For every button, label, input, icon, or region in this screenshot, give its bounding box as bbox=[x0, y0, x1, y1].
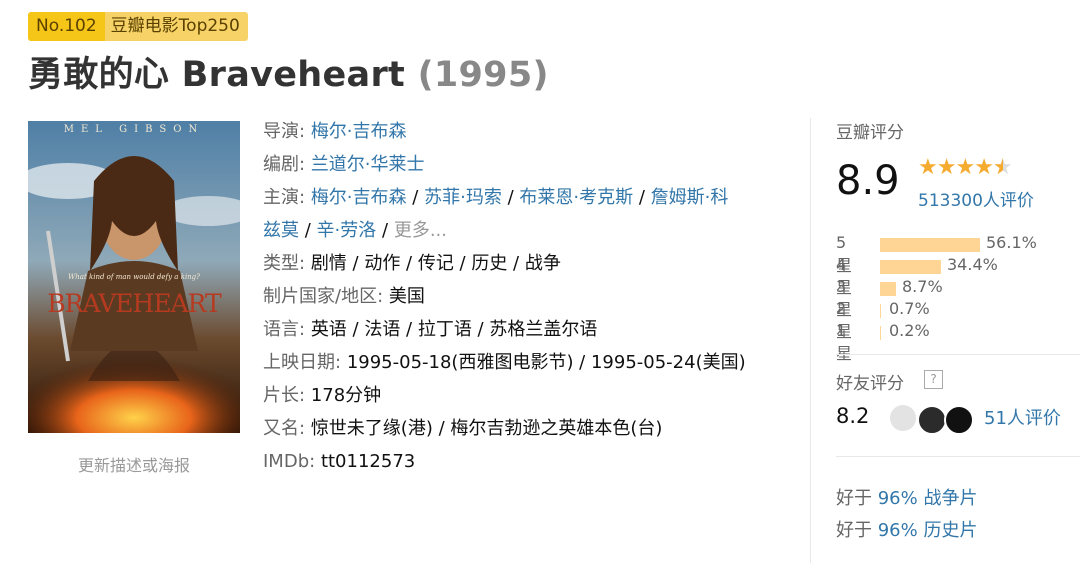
release-label: 上映日期: bbox=[263, 352, 342, 373]
page-title: 勇敢的心 Braveheart (1995) bbox=[28, 46, 549, 97]
avatar[interactable] bbox=[944, 405, 974, 435]
distribution-bar bbox=[880, 238, 980, 252]
distribution-bar bbox=[880, 282, 896, 296]
cast-link[interactable]: 苏菲·玛索 bbox=[424, 187, 502, 208]
movie-name: 勇敢的心 Braveheart bbox=[28, 55, 406, 95]
top250-list-label: 豆瓣电影Top250 bbox=[104, 12, 248, 41]
info-row-release: 上映日期: 1995-05-18(西雅图电影节) / 1995-05-24(美国… bbox=[263, 347, 746, 379]
language-value: 英语 / 法语 / 拉丁语 / 苏格兰盖尔语 bbox=[310, 319, 598, 340]
release-value: 1995-05-18(西雅图电影节) / 1995-05-24(美国) bbox=[346, 352, 746, 373]
runtime-label: 片长: bbox=[263, 385, 306, 406]
panel-separator bbox=[836, 456, 1080, 457]
runtime-value: 178分钟 bbox=[310, 385, 382, 406]
better-than-link[interactable]: 96% 战争片 bbox=[878, 488, 978, 509]
rank-label: No.102 bbox=[28, 12, 105, 41]
distribution-percent: 56.1% bbox=[986, 233, 1037, 252]
director-label: 导演: bbox=[263, 121, 306, 142]
help-icon[interactable]: ? bbox=[924, 370, 943, 389]
distribution-percent: 34.4% bbox=[947, 255, 998, 274]
distribution-percent: 0.2% bbox=[889, 321, 930, 340]
better-than-prefix: 好于 bbox=[836, 488, 872, 509]
info-row-writer: 编剧: 兰道尔·华莱士 bbox=[263, 149, 425, 181]
rating-stars: ★★★★★ ★ bbox=[918, 155, 1013, 180]
cast-link[interactable]: 辛·劳洛 bbox=[317, 220, 377, 241]
poster-logo: BRAVEHEART bbox=[47, 289, 221, 318]
rating-score: 8.9 bbox=[836, 158, 900, 204]
cast-more-link[interactable]: 更多... bbox=[394, 220, 447, 241]
distribution-bar bbox=[880, 304, 881, 318]
cast-link[interactable]: 布莱恩·考克斯 bbox=[519, 187, 633, 208]
star-icon: ★ bbox=[918, 155, 938, 180]
aka-label: 又名: bbox=[263, 418, 306, 439]
aka-value: 惊世未了缘(港) / 梅尔吉勃逊之英雄本色(台) bbox=[310, 418, 663, 439]
update-poster-link[interactable]: 更新描述或海报 bbox=[28, 452, 240, 476]
info-row-language: 语言: 英语 / 法语 / 拉丁语 / 苏格兰盖尔语 bbox=[263, 314, 597, 346]
genre-label: 类型: bbox=[263, 253, 306, 274]
poster-actor-text: MEL GIBSON bbox=[63, 124, 205, 135]
friend-avatars bbox=[890, 405, 980, 435]
writer-label: 编剧: bbox=[263, 154, 306, 175]
star-icon: ★ bbox=[974, 155, 994, 180]
info-row-aka: 又名: 惊世未了缘(港) / 梅尔吉勃逊之英雄本色(台) bbox=[263, 413, 662, 445]
language-label: 语言: bbox=[263, 319, 306, 340]
friends-score: 8.2 bbox=[836, 404, 870, 428]
country-label: 制片国家/地区: bbox=[263, 286, 384, 307]
movie-poster[interactable]: MEL GIBSON What kind of man would defy a… bbox=[28, 121, 240, 433]
cast-label: 主演: bbox=[263, 187, 306, 208]
cast-link[interactable]: 兹莫 bbox=[263, 220, 299, 241]
imdb-value: tt0112573 bbox=[320, 451, 416, 472]
info-row-runtime: 片长: 178分钟 bbox=[263, 380, 381, 412]
top250-badge[interactable]: No.102 豆瓣电影Top250 bbox=[28, 12, 248, 41]
distribution-bar bbox=[880, 260, 941, 274]
writer-link[interactable]: 兰道尔·华莱士 bbox=[311, 154, 425, 175]
cast-link[interactable]: 梅尔·吉布森 bbox=[311, 187, 407, 208]
movie-year: (1995) bbox=[417, 55, 549, 95]
distribution-percent: 8.7% bbox=[902, 277, 943, 296]
poster-tagline: What kind of man would defy a king? bbox=[68, 273, 200, 281]
director-link[interactable]: 梅尔·吉布森 bbox=[311, 121, 407, 142]
distribution-percent: 0.7% bbox=[889, 299, 930, 318]
better-than-prefix: 好于 bbox=[836, 520, 872, 541]
imdb-label: IMDb: bbox=[263, 451, 316, 472]
distribution-star-label: 1星 bbox=[836, 321, 853, 363]
rating-label: 豆瓣评分 bbox=[836, 123, 904, 143]
rating-votes-link[interactable]: 513300人评价 bbox=[918, 186, 1034, 211]
panel-divider bbox=[810, 118, 811, 563]
better-than-link[interactable]: 96% 历史片 bbox=[878, 520, 978, 541]
half-star-icon: ★ ★ bbox=[992, 155, 1013, 180]
info-row-genre: 类型: 剧情 / 动作 / 传记 / 历史 / 战争 bbox=[263, 248, 561, 280]
avatar[interactable] bbox=[917, 405, 947, 435]
star-icon: ★ bbox=[955, 155, 975, 180]
info-row-director: 导演: 梅尔·吉布森 bbox=[263, 116, 407, 148]
better-than-row: 好于 96% 战争片 bbox=[836, 484, 977, 510]
info-row-imdb: IMDb: tt0112573 bbox=[263, 446, 415, 478]
info-row-cast: 主演: 梅尔·吉布森 / 苏菲·玛索 / 布莱恩·考克斯 / 詹姆斯·科 bbox=[263, 187, 729, 208]
star-icon: ★ bbox=[936, 155, 957, 180]
country-value: 美国 bbox=[388, 286, 425, 307]
cast-link[interactable]: 詹姆斯·科 bbox=[651, 187, 729, 208]
genre-value: 剧情 / 动作 / 传记 / 历史 / 战争 bbox=[310, 253, 561, 274]
better-than-row: 好于 96% 历史片 bbox=[836, 516, 977, 542]
friends-rating-label: 好友评分 bbox=[836, 374, 904, 394]
avatar[interactable] bbox=[890, 405, 916, 431]
rating-panel: 豆瓣评分 8.9 ★★★★★ ★ 513300人评价 5星 56.1% 4星 34.4%… bbox=[836, 0, 1080, 563]
panel-separator bbox=[836, 354, 1080, 355]
info-row-cast-continued: 兹莫 / 辛·劳洛 / 更多... bbox=[263, 220, 447, 241]
info-row-country: 制片国家/地区: 美国 bbox=[263, 281, 425, 313]
friends-votes-link[interactable]: 51人评价 bbox=[984, 404, 1061, 430]
distribution-bar bbox=[880, 326, 881, 340]
